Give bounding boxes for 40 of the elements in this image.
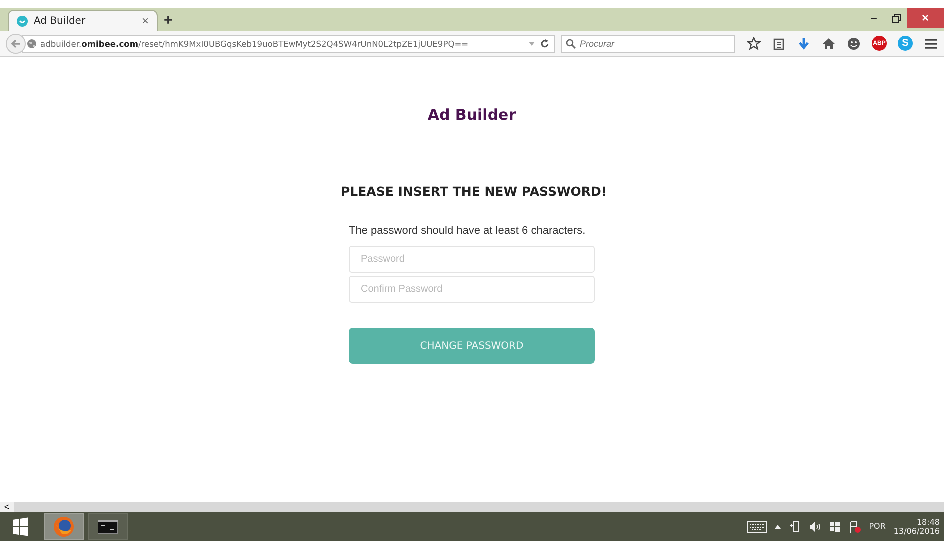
form-heading: PLEASE INSERT THE NEW PASSWORD!	[341, 184, 603, 199]
caret-icon[interactable]	[775, 524, 782, 528]
firefox-icon	[53, 516, 75, 538]
globe-icon	[26, 38, 37, 48]
clock-date: 13/06/2016	[894, 526, 940, 536]
password-hint: The password should have at least 6 characters.	[349, 225, 586, 237]
password-field[interactable]: Password	[349, 246, 595, 273]
tab-title: Ad Builder	[34, 16, 87, 26]
clock-time: 18:48	[916, 518, 940, 526]
site-logo-icon	[17, 16, 28, 26]
brand-title: Ad Builder	[428, 106, 516, 124]
minimize-button[interactable]: –	[863, 8, 885, 28]
battery-icon[interactable]	[789, 520, 802, 532]
close-button[interactable]: ×	[907, 8, 944, 28]
back-button[interactable]	[6, 34, 26, 54]
new-tab-button[interactable]: +	[164, 12, 173, 29]
bookmark-star-icon[interactable]	[747, 36, 761, 50]
language-indicator[interactable]: POR	[869, 522, 886, 531]
flag-icon[interactable]	[849, 520, 862, 532]
network-icon[interactable]	[829, 520, 842, 532]
reload-icon[interactable]	[540, 38, 550, 48]
scroll-left-button[interactable]: <	[0, 502, 14, 512]
clipboard-icon[interactable]	[772, 36, 786, 50]
menu-icon[interactable]	[924, 36, 938, 50]
horizontal-scrollbar[interactable]: <	[0, 502, 944, 512]
back-arrow-icon	[10, 38, 21, 48]
search-icon	[566, 38, 576, 48]
volume-icon[interactable]	[809, 520, 822, 532]
download-icon[interactable]	[797, 36, 811, 50]
password-field[interactable]: Confirm Password	[349, 276, 595, 303]
terminal-icon	[98, 520, 118, 534]
browser-tab[interactable]: Ad Builder ×	[8, 10, 158, 31]
keyboard-icon[interactable]	[747, 520, 768, 532]
search-field[interactable]: Procurar	[561, 34, 735, 52]
restore-icon	[892, 14, 900, 22]
home-icon[interactable]	[822, 36, 836, 50]
address-bar[interactable]: adbuilder.omibee.com/reset/hmK9MxI0UBGqsKeb19uoBTEwMyt2S2Q4SW4rUnN0L2tpZE1jUUE9PQ==	[22, 34, 555, 52]
tab-close-button[interactable]: ×	[142, 14, 149, 28]
terminal-taskbar-button[interactable]	[88, 513, 128, 540]
chat-icon[interactable]	[847, 36, 861, 50]
